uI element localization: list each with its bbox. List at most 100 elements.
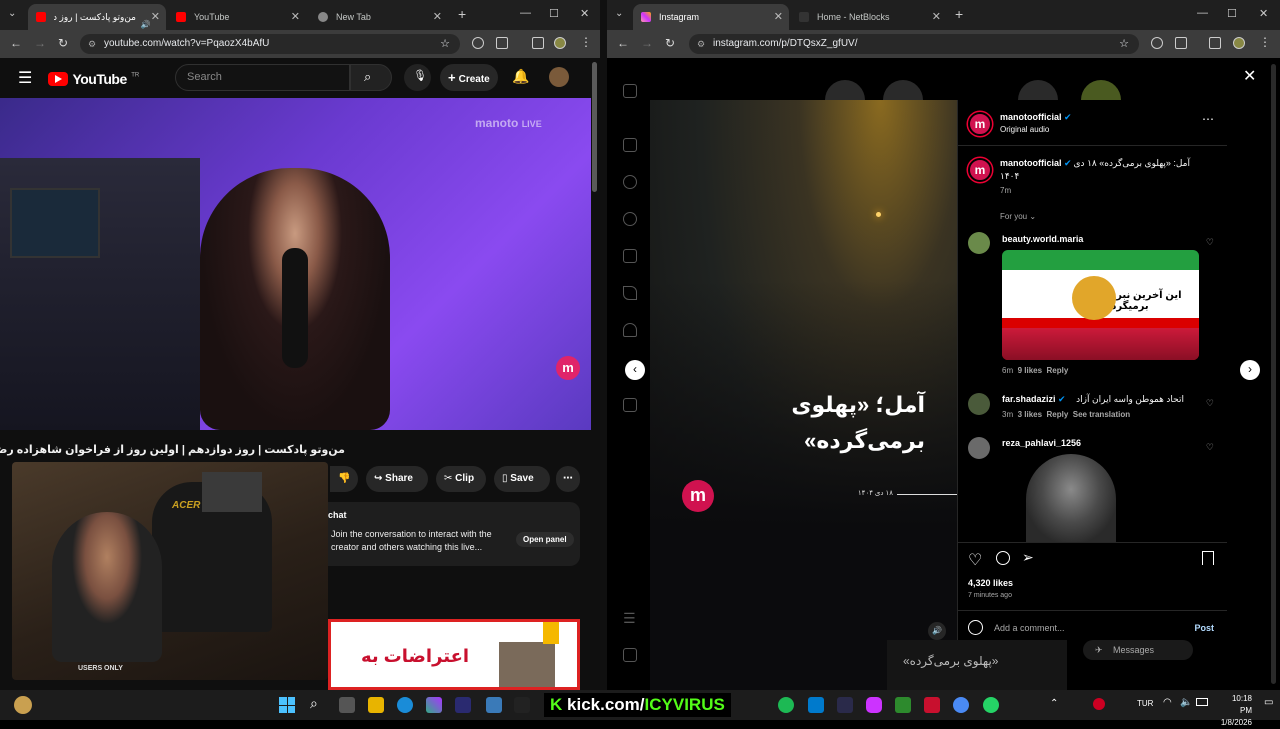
spotify-icon[interactable] [778, 697, 794, 713]
clock[interactable]: 10:18 PM 1/8/2026 [1220, 693, 1252, 729]
notifications-bell-icon[interactable]: 🔔 [512, 68, 529, 85]
window-split-divider[interactable] [600, 0, 607, 690]
caption-avatar[interactable]: m [968, 158, 992, 182]
windows-start-icon[interactable] [279, 697, 295, 713]
show-hidden-icons[interactable]: ⌃ [1050, 698, 1058, 709]
underlying-feed-post[interactable]: «پهلوی برمی‌گرده» [887, 640, 1067, 690]
comment-image-flag[interactable]: این آخرین نبرده پهلوی برمیگرده [1002, 250, 1199, 360]
edge-browser-icon[interactable] [397, 697, 413, 713]
app-icon[interactable] [486, 697, 502, 713]
tab-youtube[interactable]: YouTube ✕ [168, 4, 306, 30]
weather-widget-icon[interactable] [14, 696, 32, 714]
messages-icon[interactable] [623, 286, 637, 300]
comment-likes[interactable]: 3 likes [1018, 410, 1042, 419]
kebab-menu-icon[interactable]: ⋮ [580, 35, 592, 49]
battery-icon[interactable] [1196, 698, 1208, 706]
volume-icon[interactable]: 🔈 [1180, 697, 1192, 708]
app-icon[interactable] [455, 697, 471, 713]
tab-manoto-podcast[interactable]: من‌وتو پادکست | روز دوا 🔊 ✕ [28, 4, 166, 30]
share-button[interactable]: ↪ Share [366, 466, 428, 492]
maximize-icon[interactable]: ☐ [1227, 7, 1237, 20]
vscode-icon[interactable] [808, 697, 824, 713]
task-view-icon[interactable] [339, 697, 355, 713]
comment-username[interactable]: reza_pahlavi_1256 [1002, 438, 1081, 448]
close-tab-icon[interactable]: ✕ [932, 7, 941, 27]
profile-avatar-icon[interactable] [1233, 37, 1245, 49]
commenter-avatar[interactable] [968, 232, 990, 254]
tab-search-button[interactable]: ⌄ [8, 8, 16, 19]
account-avatar[interactable] [549, 67, 569, 87]
comment-likes[interactable]: 9 likes [1018, 366, 1042, 375]
minimize-icon[interactable]: — [1197, 7, 1208, 19]
whatsapp-icon[interactable] [983, 697, 999, 713]
media-icon[interactable] [532, 37, 544, 49]
reload-icon[interactable]: ↻ [665, 36, 675, 50]
like-comment-heart-icon[interactable]: ♡ [1206, 398, 1214, 409]
open-panel-button[interactable]: Open panel [516, 532, 574, 547]
share-send-icon[interactable]: ➢ [1022, 549, 1034, 566]
close-tab-icon[interactable]: ✕ [291, 7, 300, 27]
dislike-button[interactable]: 👎 [330, 466, 358, 492]
mute-toggle-icon[interactable]: 🔊 [928, 622, 946, 640]
page-scrollbar[interactable] [592, 62, 597, 192]
like-comment-heart-icon[interactable]: ♡ [1206, 237, 1214, 248]
save-button[interactable]: ▯ Save [494, 466, 550, 492]
tab-search-button[interactable]: ⌄ [615, 8, 623, 19]
comment-image-portrait[interactable] [1026, 454, 1116, 542]
clip-button[interactable]: ✂ Clip [436, 466, 486, 492]
taskbar-search-icon[interactable]: ⌕ [310, 695, 318, 712]
post-options-icon[interactable]: ⋯ [1202, 112, 1214, 126]
next-post-button[interactable]: › [1240, 360, 1260, 380]
comment-filter-dropdown[interactable]: For you ⌄ [1000, 212, 1036, 221]
reload-icon[interactable]: ↻ [58, 36, 68, 50]
close-modal-icon[interactable]: ✕ [1243, 66, 1256, 86]
tray-app-icon[interactable] [1093, 698, 1105, 710]
comment-username[interactable]: far.shadazizi ✔ [1002, 394, 1066, 405]
tab-netblocks[interactable]: Home - NetBlocks ✕ [791, 4, 947, 30]
story-avatar[interactable] [825, 80, 865, 100]
extensions-icon[interactable] [496, 37, 508, 49]
site-info-icon[interactable]: ⚙ [88, 34, 96, 54]
file-explorer-icon[interactable] [368, 697, 384, 713]
story-avatar[interactable] [1018, 80, 1058, 100]
chrome-icon[interactable] [953, 697, 969, 713]
wifi-icon[interactable]: ◠ [1163, 697, 1172, 708]
copilot-icon[interactable] [426, 697, 442, 713]
new-tab-icon[interactable]: + [458, 6, 466, 22]
url-field[interactable]: ⚙ instagram.com/p/DTQsxZ_gfUV/ ☆ [689, 34, 1139, 54]
maximize-icon[interactable]: ☐ [549, 7, 559, 20]
shield-icon[interactable] [472, 37, 484, 49]
extensions-icon[interactable] [1175, 37, 1187, 49]
video-player[interactable]: manoto LIVE m [0, 98, 591, 430]
caption-username[interactable]: manotoofficial ✔ [1000, 158, 1072, 169]
reply-button[interactable]: Reply [1047, 410, 1069, 419]
close-tab-icon[interactable]: ✕ [151, 7, 160, 27]
app-icon[interactable] [514, 697, 530, 713]
notification-center-icon[interactable]: ▭ [1264, 697, 1273, 708]
explore-icon[interactable] [623, 212, 637, 226]
back-icon[interactable]: ← [10, 36, 22, 50]
tab-new-tab[interactable]: New Tab ✕ [310, 4, 448, 30]
apps-icon[interactable] [623, 648, 637, 662]
post-comment-button[interactable]: Post [1194, 623, 1214, 633]
emoji-icon[interactable] [968, 620, 983, 635]
commenter-avatar[interactable] [968, 393, 990, 415]
app-icon[interactable] [866, 697, 882, 713]
close-window-icon[interactable]: ✕ [1259, 7, 1268, 20]
create-button[interactable]: + Create [440, 64, 498, 91]
create-icon[interactable] [623, 398, 637, 412]
app-icon[interactable] [895, 697, 911, 713]
add-comment-input[interactable]: Add a comment... [994, 623, 1065, 633]
bookmark-star-icon[interactable]: ☆ [1119, 34, 1129, 54]
see-translation-button[interactable]: See translation [1073, 410, 1130, 419]
input-language[interactable]: TUR [1137, 699, 1153, 708]
search-input[interactable]: Search [175, 64, 350, 91]
previous-post-button[interactable]: ‹ [625, 360, 645, 380]
new-tab-icon[interactable]: + [955, 6, 963, 22]
search-icon[interactable] [623, 175, 637, 189]
bookmark-star-icon[interactable]: ☆ [440, 34, 450, 54]
messages-bar[interactable]: ✈ Messages [1083, 640, 1193, 660]
owner-username[interactable]: manotoofficial ✔ [1000, 112, 1072, 123]
like-comment-heart-icon[interactable]: ♡ [1206, 442, 1214, 453]
more-actions-button[interactable]: ⋯ [556, 466, 580, 492]
